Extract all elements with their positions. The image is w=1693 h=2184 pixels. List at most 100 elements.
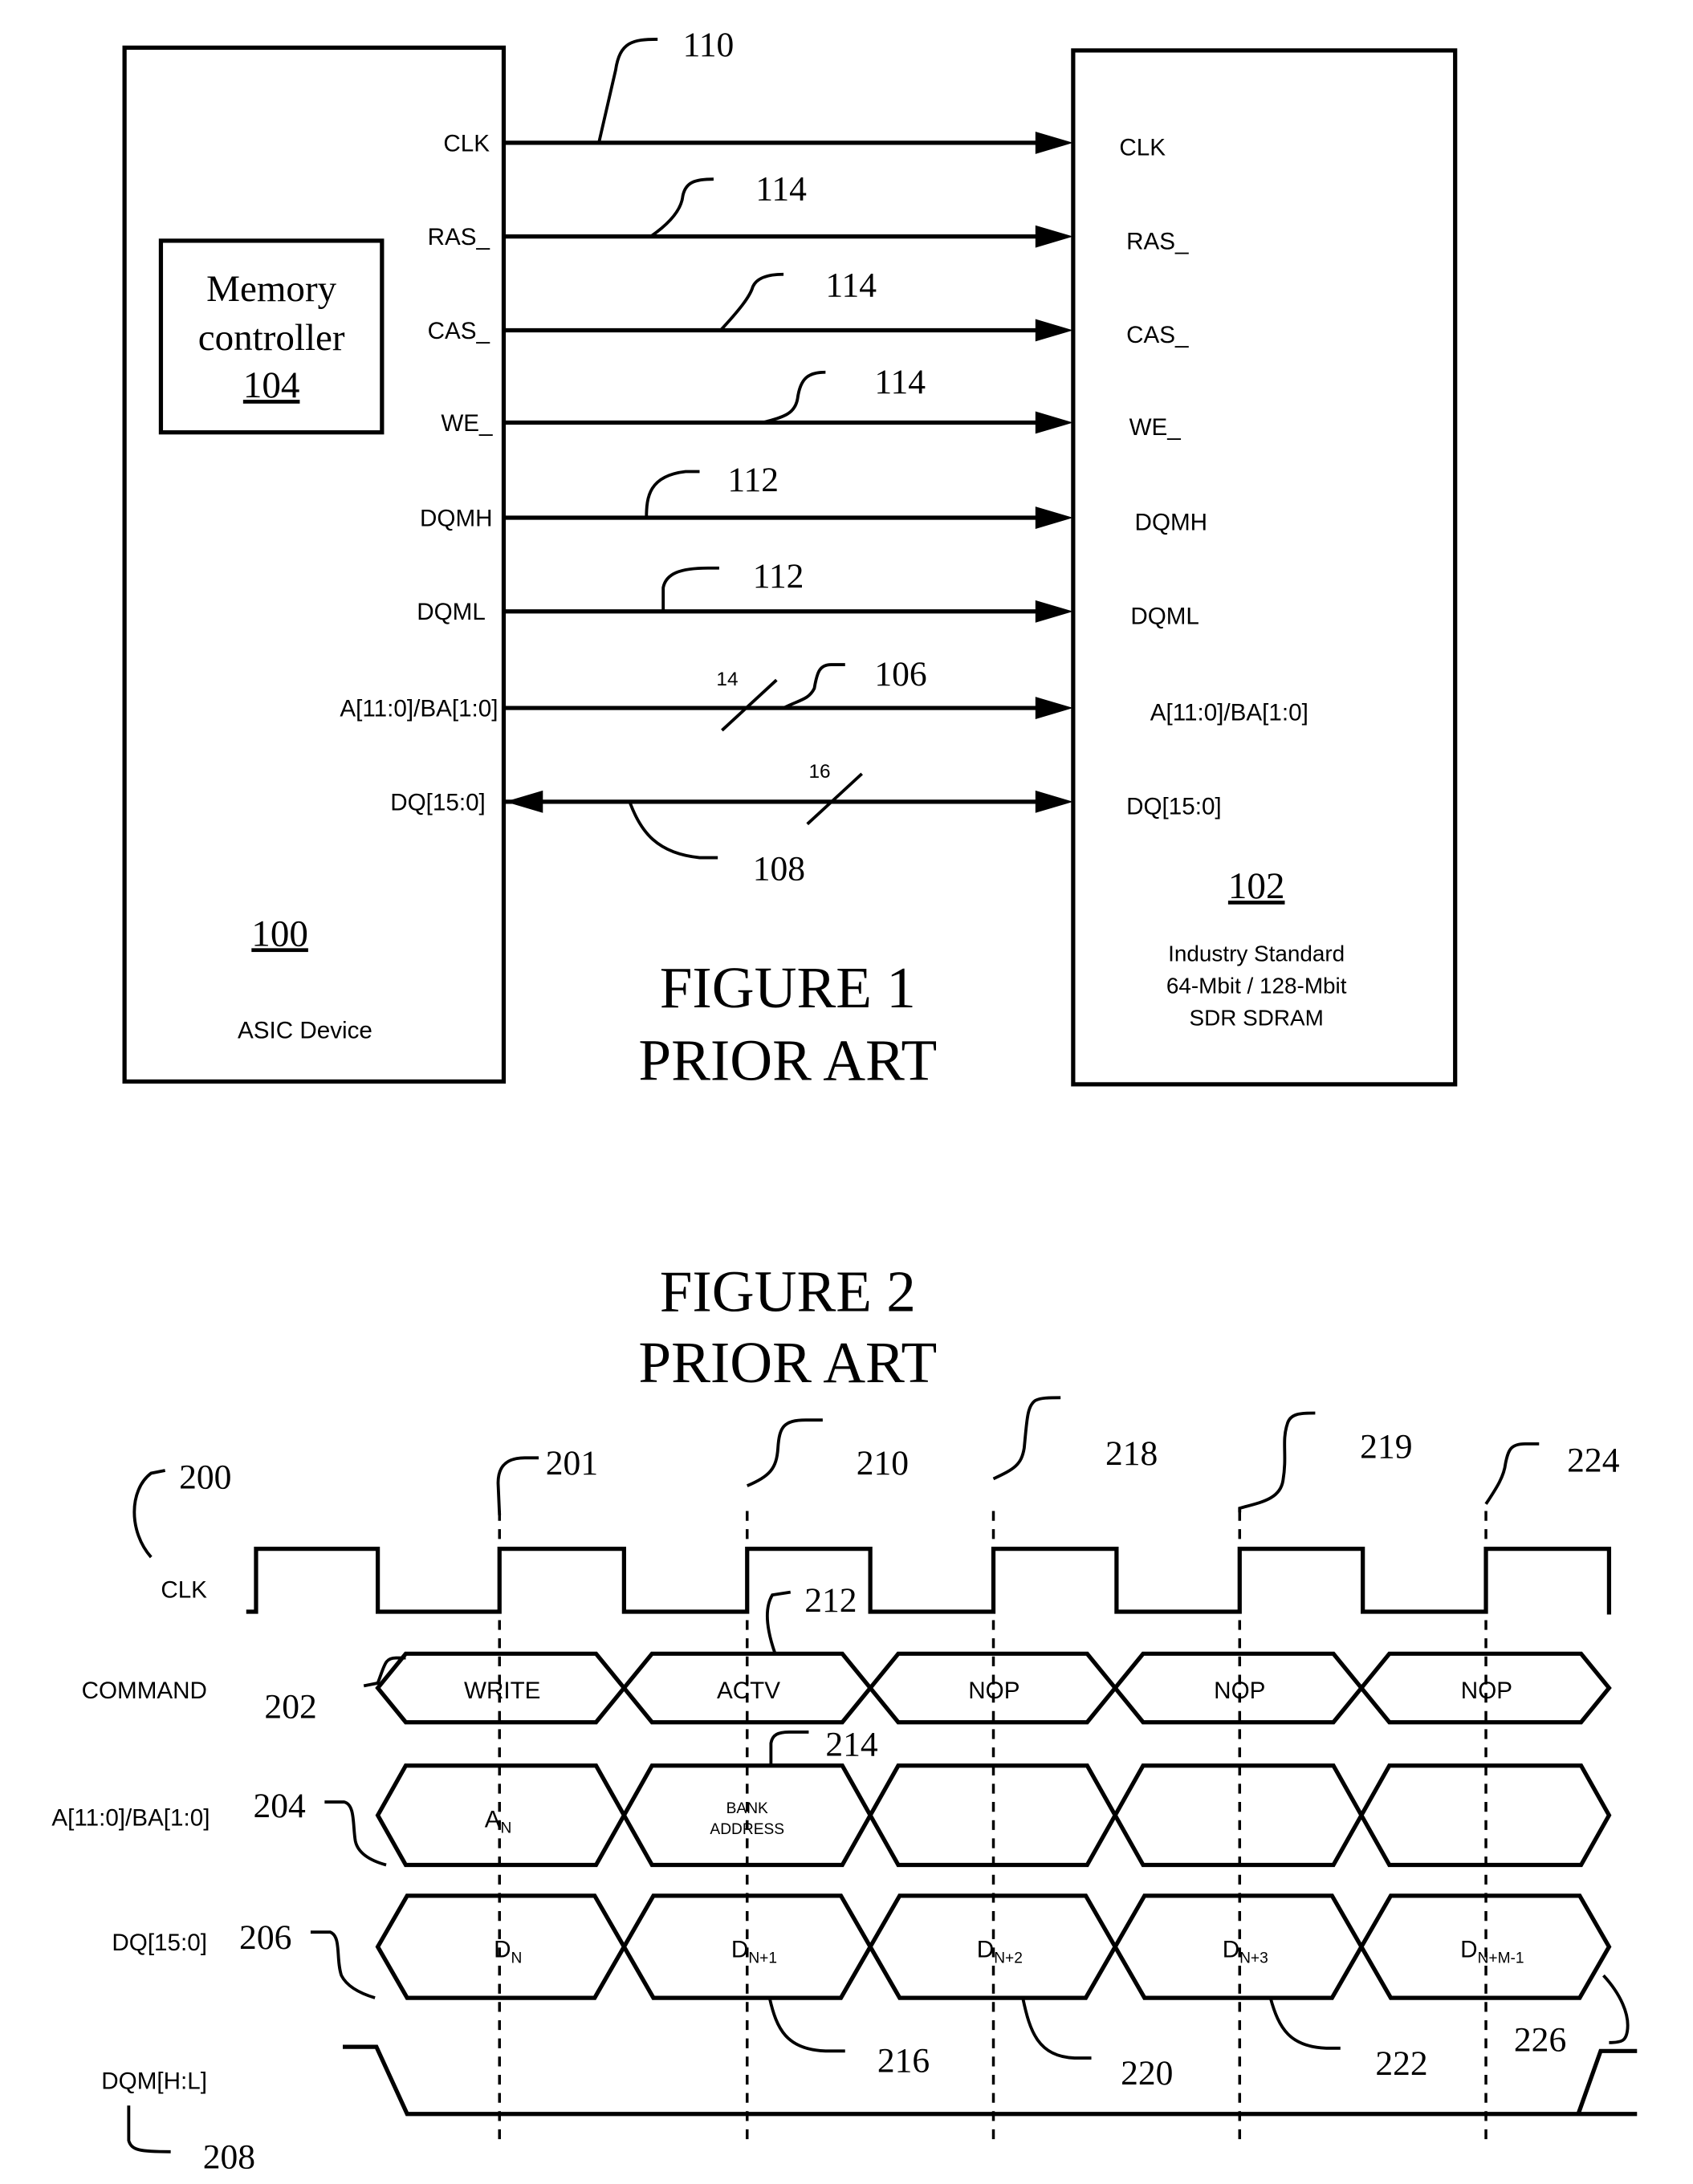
row-label-dq: DQ[15:0] (112, 1930, 207, 1956)
leader-114 (719, 272, 784, 331)
arrowhead-right (1035, 600, 1073, 623)
figure-1: Memory controller 104 100 ASIC Device 10… (122, 26, 1458, 1093)
address-label-line2: ADDRESS (710, 1821, 784, 1838)
ref-114: 114 (825, 266, 877, 305)
address-cell (1358, 1763, 1612, 1868)
sdram-ref: 102 (1228, 865, 1285, 907)
figure-2: FIGURE 2 PRIOR ART CLK COMMAND A[11:0]/B… (51, 1259, 1638, 2177)
clk-waveform (246, 1546, 1612, 1615)
dqm-waveform-low (343, 2044, 1638, 2117)
dqm-waveform-rise (1576, 2048, 1638, 2115)
leader-114 (762, 370, 826, 425)
ref-222: 222 (1375, 2044, 1427, 2083)
leader-206 (310, 1930, 376, 1999)
clock-edge-218: 218 (991, 1396, 1158, 2141)
ref-108: 108 (753, 849, 805, 888)
command-label: NOP (968, 1678, 1019, 1704)
sdram-pin-label: DQMH (1135, 510, 1208, 536)
address-cell: BANK ADDRESS (621, 1763, 873, 1868)
row-label-address: A[11:0]/BA[1:0] (51, 1805, 210, 1832)
ref-110: 110 (683, 26, 735, 64)
leader-112 (645, 470, 700, 519)
ref-201: 201 (546, 1444, 598, 1482)
address-cell (1113, 1763, 1364, 1868)
leader-222 (1268, 1997, 1341, 2050)
arrowhead-right (1035, 225, 1073, 248)
leader-112 (661, 566, 719, 612)
sdram-pin-label: WE_ (1129, 414, 1182, 441)
figure-1-title: FIGURE 1 (660, 955, 916, 1020)
ref-219: 219 (1360, 1427, 1412, 1466)
data-subscript: N (511, 1950, 522, 1967)
leader-200 (132, 1469, 166, 1559)
ref-112: 112 (753, 557, 804, 596)
sdram-block (1071, 48, 1458, 1087)
data-cell: DN+M-1 (1358, 1893, 1612, 2000)
ref-224: 224 (1567, 1442, 1620, 1480)
command-label: ACTV (717, 1678, 780, 1704)
leader-108 (628, 801, 718, 860)
data-subscript: N+M-1 (1478, 1950, 1524, 1967)
address-hexagon (1113, 1763, 1364, 1868)
signal-we-: WE_ WE_ 114 (441, 363, 1181, 441)
sdram-pin-label: DQ[15:0] (1126, 794, 1222, 820)
asic-device-block (122, 45, 507, 1084)
leader-110 (597, 37, 658, 144)
sdram-pin-label: A[11:0]/BA[1:0] (1150, 700, 1308, 726)
ref-208: 208 (203, 2138, 255, 2177)
leader-218 (992, 1396, 1061, 1481)
data-label: DN+M-1 (1460, 1937, 1524, 1967)
signal-clk: CLK CLK 110 (443, 26, 1166, 161)
arrowhead-right (1035, 697, 1073, 719)
signal-dq-15-0-: DQ[15:0] DQ[15:0] 108 16 (390, 761, 1221, 888)
bus-width-label: 16 (808, 761, 830, 783)
ref-202: 202 (264, 1687, 316, 1726)
command-label: WRITE (464, 1678, 540, 1704)
address-row: AN BANK ADDRESS (375, 1763, 1612, 1868)
arrowhead-right (1035, 506, 1073, 529)
address-hexagon (375, 1763, 627, 1868)
sdram-label-2: 64-Mbit / 128-Mbit (1166, 974, 1347, 998)
clock-edge-210: 210 (746, 1418, 909, 2141)
command-label: NOP (1214, 1678, 1265, 1704)
ref-212: 212 (804, 1581, 857, 1620)
ref-114: 114 (755, 169, 807, 208)
leader-204 (324, 1800, 387, 1867)
memory-controller-ref: 104 (243, 364, 300, 406)
sdram-pin-label: RAS_ (1126, 228, 1189, 254)
asic-label: ASIC Device (238, 1017, 372, 1043)
ref-210: 210 (857, 1444, 909, 1482)
data-cell: DN (375, 1893, 627, 2000)
ref-214: 214 (825, 1726, 878, 1764)
leader-220 (1021, 1997, 1092, 2060)
command-label: NOP (1461, 1678, 1512, 1704)
sdram-pin-label: CLK (1119, 135, 1166, 161)
clock-edge-219: 219 (1238, 1411, 1413, 2141)
patent-drawing-sheet: Memory controller 104 100 ASIC Device 10… (51, 26, 1638, 2177)
address-cell (868, 1763, 1118, 1868)
data-subscript: N+3 (1239, 1950, 1268, 1967)
ref-200: 200 (179, 1458, 231, 1497)
ref-204: 204 (253, 1787, 306, 1825)
asic-pin-label: RAS_ (428, 224, 490, 250)
leader-106 (783, 663, 845, 710)
ref-206: 206 (239, 1918, 291, 1957)
leader-224 (1484, 1442, 1540, 1505)
asic-pin-label: WE_ (441, 410, 493, 437)
asic-pin-label: DQMH (420, 505, 493, 531)
asic-pin-label: DQ[15:0] (390, 789, 486, 815)
asic-pin-label: DQML (417, 599, 486, 625)
data-cell: DN+3 (1113, 1893, 1364, 2000)
signal-dqmh: DQMH DQMH 112 (420, 461, 1207, 536)
arrowhead-right (1035, 131, 1073, 154)
ref-112: 112 (727, 461, 779, 499)
asic-pin-label: A[11:0]/BA[1:0] (340, 696, 498, 722)
asic-pin-label: CAS_ (428, 318, 490, 344)
arrowhead-right (1035, 790, 1073, 813)
data-label: DN+1 (731, 1937, 777, 1967)
leader-212 (765, 1590, 792, 1654)
data-hexagon (1358, 1893, 1612, 2000)
address-label-line1: BANK (726, 1800, 768, 1817)
data-cell: DN+1 (621, 1893, 873, 2000)
row-label-command: COMMAND (82, 1678, 207, 1704)
